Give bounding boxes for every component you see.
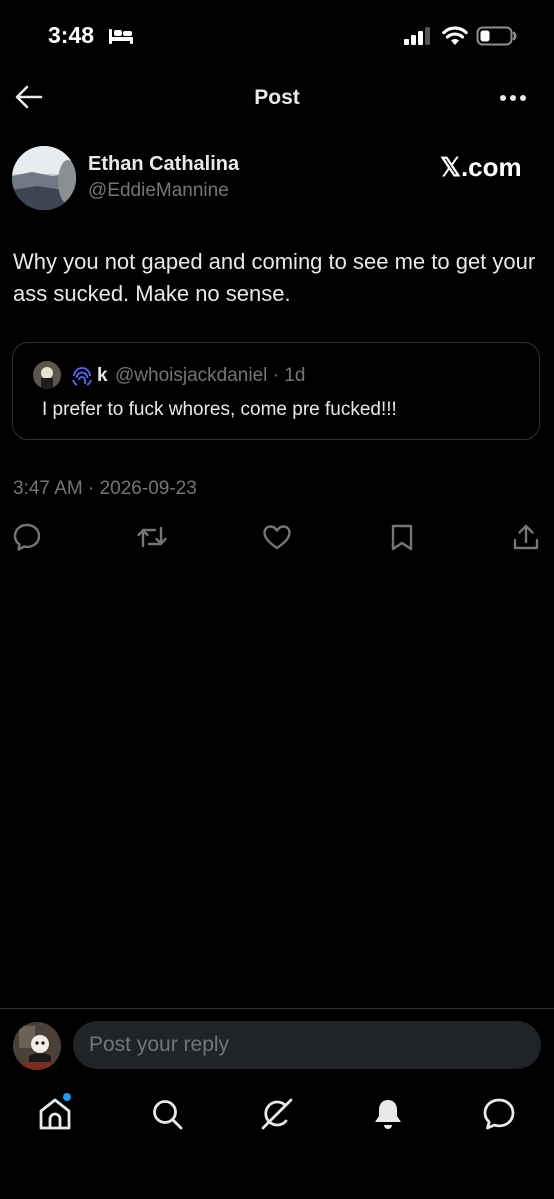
author-handle[interactable]: @EddieMannine xyxy=(88,180,229,202)
quote-author-name: k xyxy=(97,365,108,386)
divider xyxy=(0,1008,554,1009)
quote-author-handle-time: @whoisjackdaniel · 1d xyxy=(115,365,306,386)
signal-icon xyxy=(404,27,430,45)
quote-author-avatar xyxy=(33,361,61,389)
x-com-watermark: 𝕏.com xyxy=(440,152,522,182)
post-timestamp: 3:47 AM · 2026-09-23 xyxy=(13,478,197,499)
fingerprint-badge-icon xyxy=(72,367,92,386)
home-icon[interactable] xyxy=(37,1096,73,1132)
grok-icon[interactable] xyxy=(259,1096,295,1132)
repost-icon[interactable] xyxy=(137,522,167,552)
share-icon[interactable] xyxy=(511,522,541,552)
more-options-icon[interactable] xyxy=(498,88,530,108)
like-icon[interactable] xyxy=(262,522,292,552)
current-user-avatar[interactable] xyxy=(13,1022,61,1070)
quoted-post-card[interactable]: k @whoisjackdaniel · 1d I prefer to fuck… xyxy=(12,342,540,440)
battery-icon xyxy=(476,26,517,46)
search-icon[interactable] xyxy=(149,1096,185,1132)
page-title: Post xyxy=(254,86,300,109)
reply-input[interactable] xyxy=(73,1021,541,1069)
author-avatar[interactable] xyxy=(12,146,76,210)
post-text: Why you not gaped and coming to see me t… xyxy=(13,249,536,306)
notifications-icon[interactable] xyxy=(370,1096,406,1132)
bookmark-icon[interactable] xyxy=(387,522,417,552)
sleep-mode-icon xyxy=(109,29,133,44)
home-notification-dot xyxy=(63,1093,71,1101)
author-display-name[interactable]: Ethan Cathalina xyxy=(88,153,239,176)
reply-icon[interactable] xyxy=(12,522,42,552)
messages-icon[interactable] xyxy=(481,1096,517,1132)
quote-text: I prefer to fuck whores, come pre fucked… xyxy=(42,399,397,420)
status-time: 3:48 xyxy=(48,22,95,48)
wifi-icon xyxy=(442,26,468,45)
